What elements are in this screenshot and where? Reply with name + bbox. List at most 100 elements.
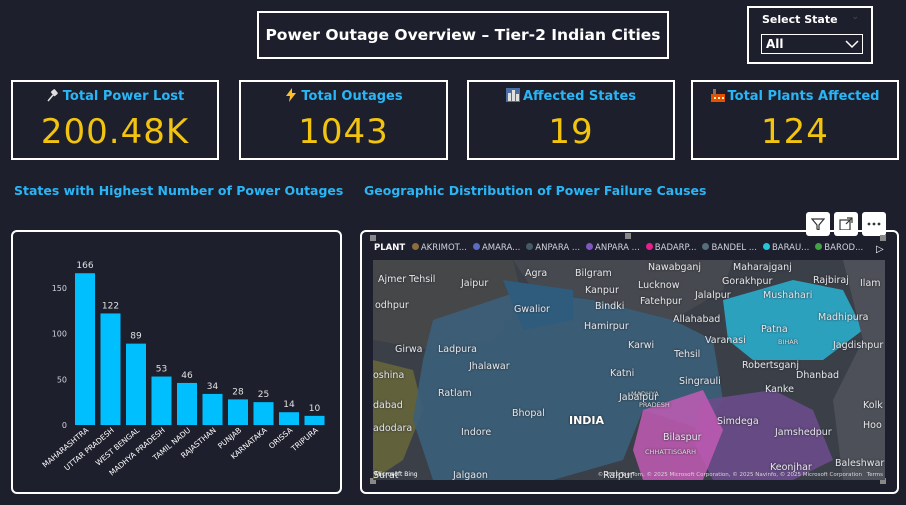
expand-icon xyxy=(839,217,853,231)
state-dropdown[interactable]: All xyxy=(761,34,863,54)
resize-handle[interactable] xyxy=(625,233,631,239)
bar[interactable] xyxy=(202,393,223,425)
map-place-label: Hamirpur xyxy=(584,321,629,332)
map-place-label: INDIA xyxy=(569,414,605,427)
map-place-label: Ajmer Tehsil xyxy=(378,274,436,285)
map-place-label: Fatehpur xyxy=(640,296,682,307)
data-label: 34 xyxy=(207,382,219,392)
legend-swatch xyxy=(815,243,823,250)
map-place-label: Jalgaon xyxy=(453,470,488,480)
map-place-label: Lucknow xyxy=(638,280,680,291)
bar-chart-panel[interactable]: 0 50 100 150 166 MAHARASHTRA 122 UTTAR PRADESH 8… xyxy=(11,230,342,494)
map-place-label: Jaipur xyxy=(461,278,489,289)
map-place-label: Jhalawar xyxy=(469,361,510,372)
map-place-label: Varanasi xyxy=(705,335,746,346)
filter-icon xyxy=(811,218,825,231)
page-title-text: Power Outage Overview – Tier-2 Indian Ci… xyxy=(265,26,661,44)
resize-handle[interactable] xyxy=(370,235,376,241)
data-label: 122 xyxy=(102,301,119,311)
map-place-label: Ladpura xyxy=(438,344,477,355)
slicer-collapse-icon[interactable]: ⌄ xyxy=(851,12,859,22)
legend-swatch xyxy=(702,243,710,250)
legend-item[interactable]: ANPARA ... xyxy=(586,243,640,253)
legend-label: BARAU... xyxy=(771,243,810,253)
map-place-label: Allahabad xyxy=(673,314,721,325)
factory-icon xyxy=(710,89,725,102)
data-label: 10 xyxy=(309,404,321,414)
map-place-label: Kanpur xyxy=(585,285,619,296)
map-place-label: Baleshwar xyxy=(835,458,885,469)
map-place-label: Karwi xyxy=(628,340,655,351)
legend-swatch xyxy=(472,243,480,250)
map-place-label: Katni xyxy=(610,368,635,379)
bar[interactable] xyxy=(177,382,197,425)
page-title: Power Outage Overview – Tier-2 Indian Ci… xyxy=(257,11,669,59)
map-place-label: dabad xyxy=(373,400,403,411)
terms-link[interactable]: Terms xyxy=(867,472,883,478)
bar[interactable] xyxy=(100,313,121,425)
y-tick-label: 0 xyxy=(62,421,67,430)
kpi-label: Total Outages xyxy=(301,89,403,104)
resize-handle[interactable] xyxy=(880,235,886,241)
bar[interactable] xyxy=(253,402,274,425)
state-slicer[interactable]: Select State ⌄ All xyxy=(747,6,873,64)
legend-item[interactable]: AMARA... xyxy=(472,243,520,253)
map-place-label: CHHATTISGARH xyxy=(645,448,697,456)
map-place-label: Jamshedpur xyxy=(775,427,832,438)
kpi-label: Total Power Lost xyxy=(62,89,185,104)
bar[interactable] xyxy=(279,412,299,425)
kpi-card-total-plants-affected: Total Plants Affected 124 xyxy=(691,80,899,160)
legend-item[interactable]: BADARP... xyxy=(645,243,697,253)
bar[interactable] xyxy=(75,273,95,425)
map-place-label: Gwalior xyxy=(514,304,550,315)
map-place-label: Bhopal xyxy=(512,408,545,419)
bar[interactable] xyxy=(304,415,325,425)
legend-swatch xyxy=(586,243,594,250)
bar[interactable] xyxy=(126,343,146,425)
kpi-value: 124 xyxy=(761,112,829,152)
map-place-label: Dhanbad xyxy=(796,370,840,381)
map-place-label: Bilgram xyxy=(575,268,612,279)
legend-title: PLANT xyxy=(374,243,406,253)
legend-swatch xyxy=(526,243,534,250)
more-options-icon xyxy=(867,222,881,226)
legend-label: BADARP... xyxy=(654,243,697,253)
legend-swatch xyxy=(645,243,653,250)
map-place-label: Mushahari xyxy=(763,290,813,301)
legend-label: AKRIMOT... xyxy=(420,243,467,253)
map-place-label: Ilam xyxy=(860,278,881,289)
map-place-label: Indore xyxy=(461,427,492,438)
legend-item[interactable]: BARAU... xyxy=(762,243,810,253)
map-place-label: Jagdishpur xyxy=(833,340,884,351)
data-label: 25 xyxy=(258,390,269,400)
bar-chart[interactable]: 050100150166MAHARASHTRA122UTTAR PRADESH8… xyxy=(13,232,340,492)
bar[interactable] xyxy=(228,399,248,425)
data-label: 14 xyxy=(283,400,295,410)
city-icon xyxy=(505,88,520,102)
map-place-label: Girwa xyxy=(395,344,423,355)
data-label: 89 xyxy=(130,332,142,342)
legend-item[interactable]: BAROD... xyxy=(815,243,863,253)
legend-label: BAROD... xyxy=(824,243,864,253)
legend-item[interactable]: AKRIMOT... xyxy=(411,243,467,253)
kpi-card-total-power-lost: Total Power Lost 200.48K xyxy=(11,80,219,160)
map-attribution: © 2025 TomTom, © 2025 Microsoft Corporat… xyxy=(597,472,883,478)
map-canvas[interactable]: Ajmer Tehsil Jaipur Agra Bilgram Nawabganj Ma… xyxy=(373,260,885,480)
map-title: Geographic Distribution of Power Failure… xyxy=(364,183,707,198)
legend-next-icon[interactable]: ▷ xyxy=(876,244,884,255)
legend-label: ANPARA ... xyxy=(595,243,640,253)
map-place-label: Bilaspur xyxy=(663,432,702,443)
map-place-label: BIHAR xyxy=(778,338,799,346)
legend-item[interactable]: ANPARA ... xyxy=(526,243,580,253)
legend-label: ANPARA ... xyxy=(535,243,581,253)
legend-item[interactable]: BANDEL ... xyxy=(702,243,757,253)
chevron-down-icon xyxy=(845,40,859,49)
bar[interactable] xyxy=(151,376,172,425)
map-place-label: Tehsil xyxy=(674,349,701,360)
map-place-label: Agra xyxy=(525,268,548,279)
data-label: 28 xyxy=(232,387,244,397)
lightning-icon xyxy=(286,88,297,102)
map-place-label: Jabalpur xyxy=(619,392,659,403)
y-tick-label: 50 xyxy=(57,375,67,384)
kpi-value: 19 xyxy=(548,112,594,152)
